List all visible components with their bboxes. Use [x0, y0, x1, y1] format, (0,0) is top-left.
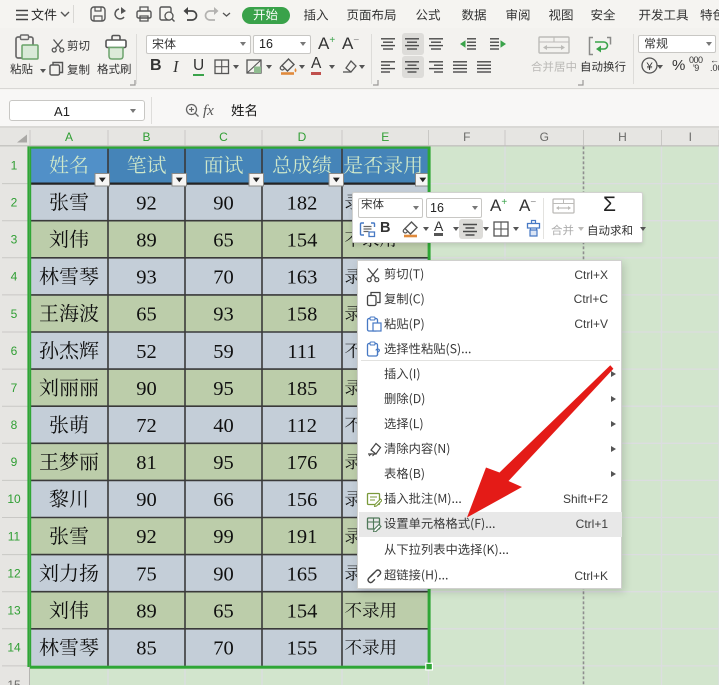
- svg-text:92: 92: [136, 192, 157, 214]
- svg-text:165: 165: [287, 563, 318, 585]
- svg-text:89: 89: [136, 229, 157, 251]
- svg-text:?: ?: [375, 347, 381, 357]
- svg-text:112: 112: [287, 415, 317, 437]
- svg-text:4: 4: [11, 270, 18, 284]
- svg-text:72: 72: [136, 415, 157, 437]
- svg-text:C: C: [219, 130, 228, 144]
- svg-text:99: 99: [213, 526, 234, 548]
- svg-text:H: H: [618, 130, 627, 144]
- svg-text:90: 90: [213, 192, 234, 214]
- svg-text:156: 156: [287, 489, 318, 511]
- svg-text:2: 2: [11, 195, 18, 209]
- svg-text:70: 70: [213, 267, 234, 289]
- svg-text:B: B: [142, 130, 150, 144]
- svg-text:154: 154: [287, 601, 318, 623]
- svg-text:85: 85: [136, 638, 157, 660]
- svg-text:E: E: [381, 130, 389, 144]
- svg-text:65: 65: [136, 304, 157, 326]
- svg-text:65: 65: [213, 229, 234, 251]
- svg-text:66: 66: [213, 489, 234, 511]
- svg-text:176: 176: [287, 452, 318, 474]
- svg-text:92: 92: [136, 526, 157, 548]
- svg-text:95: 95: [213, 378, 234, 400]
- svg-text:10: 10: [7, 492, 21, 506]
- svg-text:163: 163: [287, 267, 318, 289]
- svg-text:11: 11: [8, 529, 21, 543]
- svg-text:89: 89: [136, 601, 157, 623]
- svg-text:93: 93: [213, 304, 234, 326]
- svg-text:3: 3: [11, 233, 18, 247]
- svg-text:52: 52: [136, 341, 157, 363]
- svg-text:95: 95: [213, 452, 234, 474]
- svg-text:F: F: [463, 130, 470, 144]
- svg-text:7: 7: [11, 381, 18, 395]
- svg-text:90: 90: [136, 489, 157, 511]
- svg-text:185: 185: [287, 378, 318, 400]
- svg-text:158: 158: [287, 304, 318, 326]
- svg-text:75: 75: [136, 563, 157, 585]
- svg-text:59: 59: [213, 341, 234, 363]
- svg-text:G: G: [540, 130, 549, 144]
- svg-text:81: 81: [136, 452, 157, 474]
- svg-text:154: 154: [287, 229, 318, 251]
- svg-text:111: 111: [287, 341, 316, 363]
- svg-text:I: I: [689, 130, 692, 144]
- svg-text:90: 90: [213, 563, 234, 585]
- svg-text:6: 6: [11, 344, 18, 358]
- svg-text:12: 12: [7, 567, 21, 581]
- svg-text:8: 8: [11, 418, 18, 432]
- svg-text:D: D: [298, 130, 307, 144]
- svg-text:9: 9: [11, 455, 18, 469]
- svg-text:155: 155: [287, 638, 318, 660]
- svg-text:70: 70: [213, 638, 234, 660]
- svg-text:13: 13: [7, 604, 21, 618]
- svg-text:182: 182: [287, 192, 318, 214]
- svg-text:15: 15: [7, 678, 21, 685]
- svg-text:1: 1: [11, 158, 18, 172]
- svg-text:14: 14: [7, 641, 21, 655]
- svg-text:5: 5: [11, 307, 18, 321]
- svg-text:90: 90: [136, 378, 157, 400]
- svg-text:40: 40: [213, 415, 234, 437]
- svg-text:A: A: [65, 130, 73, 144]
- svg-text:93: 93: [136, 267, 157, 289]
- svg-text:191: 191: [287, 526, 318, 548]
- svg-text:65: 65: [213, 601, 234, 623]
